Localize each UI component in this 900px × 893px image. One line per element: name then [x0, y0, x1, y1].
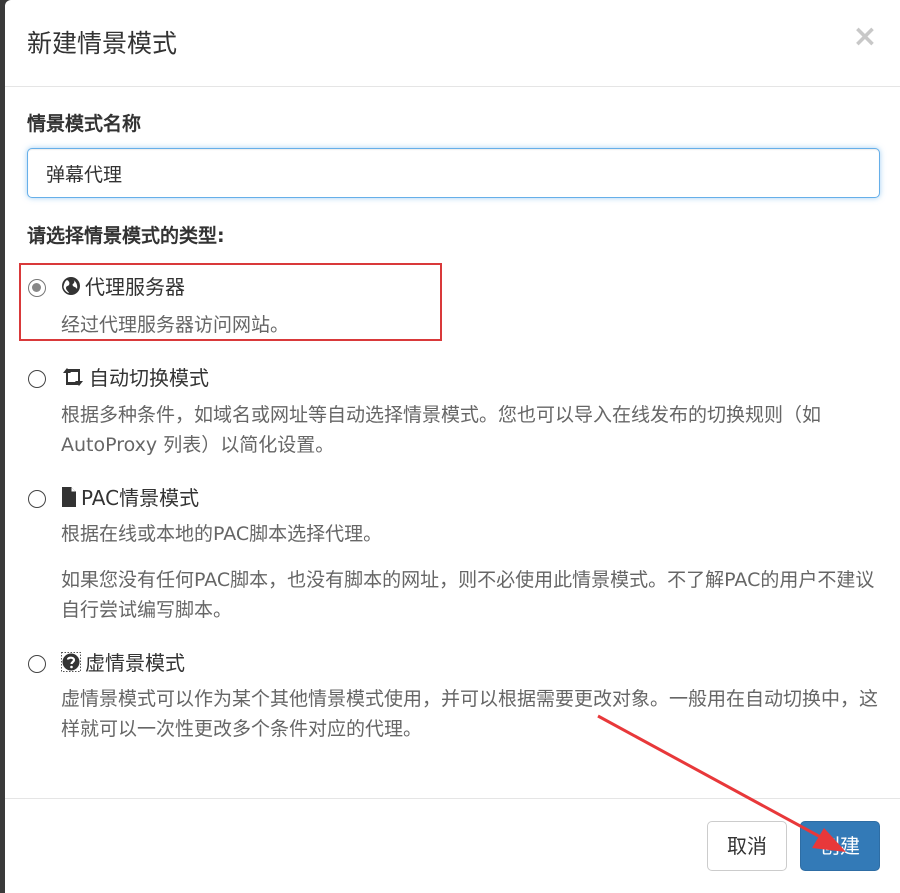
profile-type-label: 请选择情景模式的类型: — [27, 225, 225, 247]
dialog-footer: 取消 创建 — [5, 798, 900, 893]
option-title-text: PAC情景模式 — [81, 486, 200, 510]
radio-virtual[interactable] — [28, 655, 46, 673]
radio-auto-switch[interactable] — [28, 370, 46, 388]
option-proxy-server-title[interactable]: 代理服务器 — [61, 272, 185, 302]
option-description: 虚情景模式可以作为某个其他情景模式使用，并可以根据需要更改对象。一般用在自动切换… — [61, 688, 879, 740]
dialog-title: 新建情景模式 — [27, 29, 178, 58]
new-profile-dialog: 新建情景模式 × 情景模式名称 请选择情景模式的类型: 代理服务器 经过代理服务… — [5, 0, 900, 893]
profile-name-input[interactable] — [27, 148, 880, 198]
dialog-header: 新建情景模式 × — [5, 0, 900, 87]
option-title-text: 虚情景模式 — [85, 651, 185, 675]
option-virtual-title[interactable]: 虚情景模式 — [61, 648, 185, 678]
file-icon — [62, 487, 76, 507]
globe-icon — [62, 277, 80, 295]
question-circle-icon — [61, 652, 81, 672]
option-description: 经过代理服务器访问网站。 — [61, 314, 290, 336]
profile-name-label: 情景模式名称 — [27, 113, 142, 135]
option-title-text: 代理服务器 — [85, 275, 185, 299]
option-auto-switch-title[interactable]: 自动切换模式 — [61, 363, 209, 393]
option-pac-title[interactable]: PAC情景模式 — [61, 483, 199, 513]
radio-proxy-server[interactable] — [28, 279, 46, 297]
option-title-text: 自动切换模式 — [89, 366, 209, 390]
option-description: 根据多种条件，如域名或网址等自动选择情景模式。您也可以导入在线发布的切换规则（如… — [61, 404, 822, 456]
option-description: 如果您没有任何PAC脚本，也没有脚本的网址，则不必使用此情景模式。不了解PAC的… — [61, 569, 875, 621]
radio-pac[interactable] — [28, 490, 46, 508]
retweet-icon — [63, 368, 83, 386]
cancel-button[interactable]: 取消 — [707, 821, 787, 871]
option-description: 根据在线或本地的PAC脚本选择代理。 — [61, 523, 383, 545]
create-button[interactable]: 创建 — [800, 821, 880, 871]
close-button[interactable]: × — [850, 20, 880, 54]
